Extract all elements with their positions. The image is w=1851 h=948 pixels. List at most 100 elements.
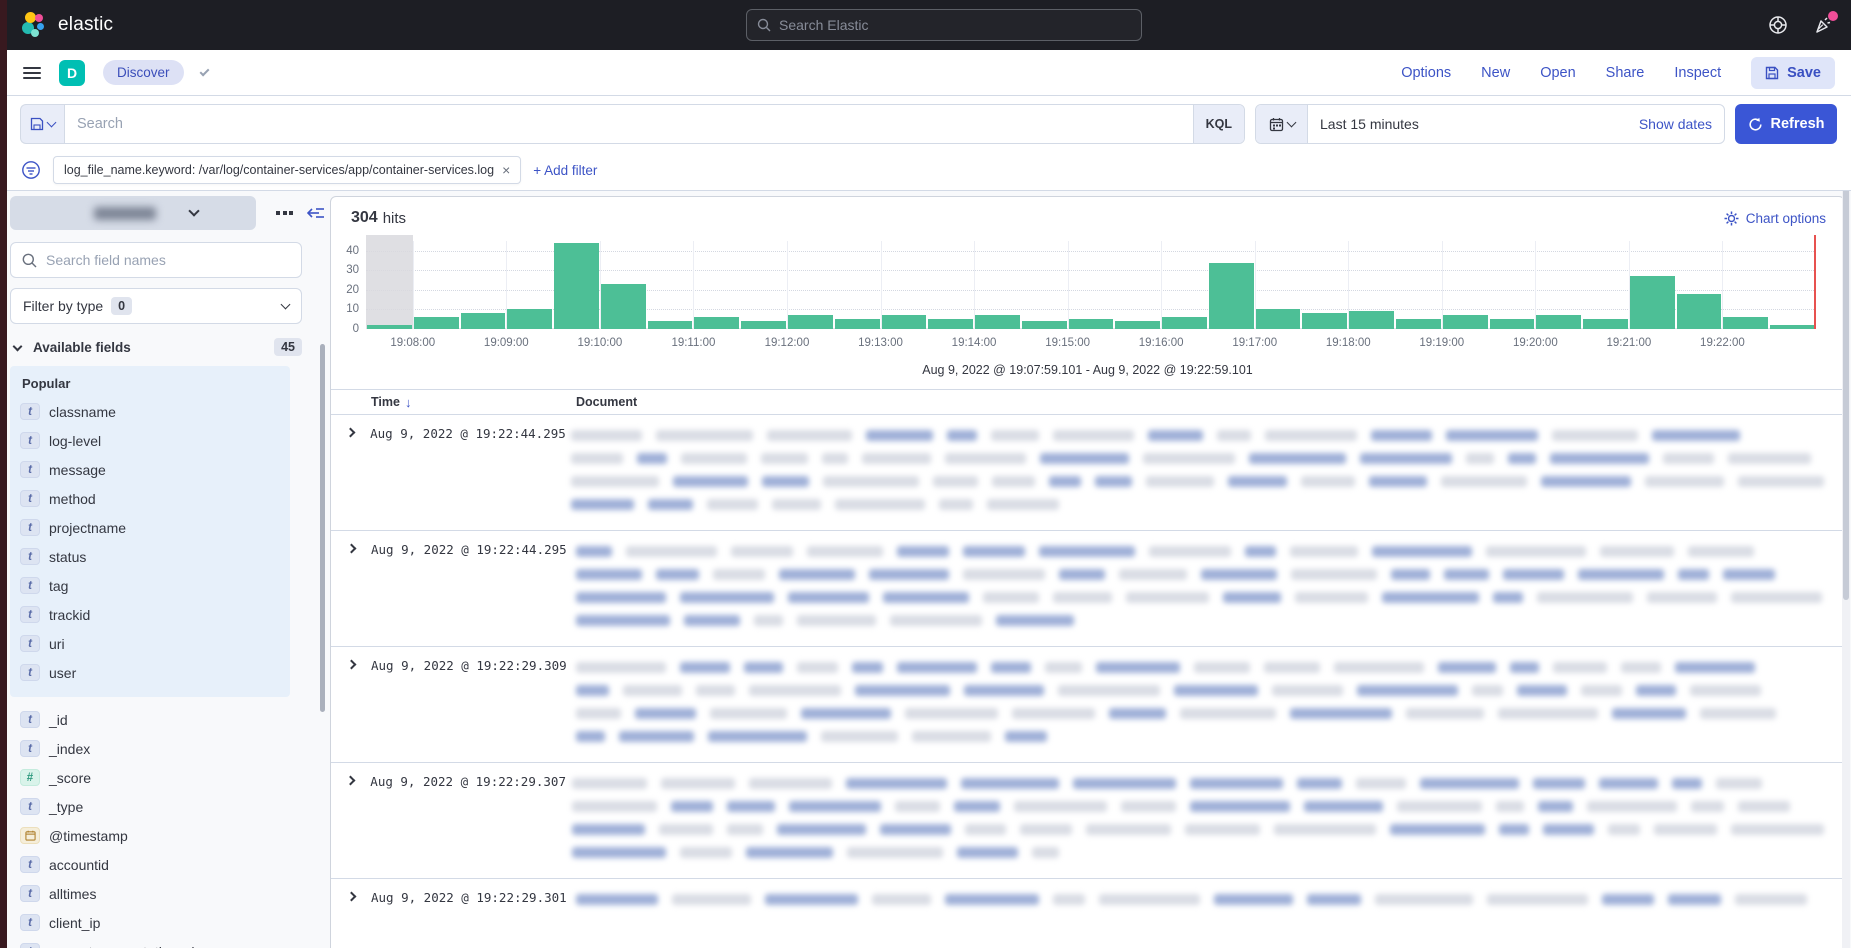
toolbar-link-new[interactable]: New bbox=[1481, 65, 1510, 81]
histogram-bar[interactable] bbox=[414, 317, 459, 329]
histogram-bar[interactable] bbox=[882, 315, 927, 329]
histogram-bar[interactable] bbox=[1770, 325, 1815, 329]
field-item-accountid[interactable]: taccountid bbox=[20, 850, 280, 879]
toolbar-link-open[interactable]: Open bbox=[1540, 65, 1575, 81]
kql-language-button[interactable]: KQL bbox=[1193, 105, 1244, 143]
redacted-chip bbox=[572, 847, 667, 858]
expand-row-button[interactable] bbox=[331, 540, 371, 638]
field-item-alltimes[interactable]: talltimes bbox=[20, 879, 280, 908]
field-item-message[interactable]: tmessage bbox=[20, 455, 280, 484]
field-item-status[interactable]: tstatus bbox=[20, 542, 280, 571]
field-item-tag[interactable]: ttag bbox=[20, 571, 280, 600]
expand-row-button[interactable] bbox=[331, 656, 371, 754]
histogram-bar[interactable] bbox=[1022, 321, 1067, 329]
field-item-client_ip[interactable]: tclient_ip bbox=[20, 908, 280, 937]
elastic-brand[interactable]: elastic bbox=[22, 12, 113, 38]
show-dates-button[interactable]: Show dates bbox=[1639, 116, 1724, 132]
field-item-_type[interactable]: t_type bbox=[20, 792, 280, 821]
histogram-bar[interactable] bbox=[694, 317, 739, 329]
field-item-@timestamp[interactable]: @timestamp bbox=[20, 821, 280, 850]
histogram-bar[interactable] bbox=[1162, 317, 1207, 329]
histogram-bar[interactable] bbox=[601, 284, 646, 329]
histogram-bar[interactable] bbox=[1677, 294, 1722, 329]
search-field-names-input[interactable]: Search field names bbox=[10, 242, 302, 278]
row-document-redacted[interactable] bbox=[571, 424, 1844, 522]
histogram-bar[interactable] bbox=[1302, 313, 1347, 329]
field-item-trackid[interactable]: ttrackid bbox=[20, 600, 280, 629]
histogram-bar[interactable] bbox=[554, 243, 599, 329]
field-item-log-level[interactable]: tlog-level bbox=[20, 426, 280, 455]
histogram-bar[interactable] bbox=[1630, 276, 1675, 329]
histogram-bar[interactable] bbox=[507, 309, 552, 329]
histogram-bar[interactable] bbox=[367, 325, 412, 329]
histogram-bar[interactable] bbox=[788, 315, 833, 329]
toolbar-link-share[interactable]: Share bbox=[1606, 65, 1645, 81]
add-filter-button[interactable]: + Add filter bbox=[533, 163, 597, 178]
row-document-redacted[interactable] bbox=[576, 888, 1844, 917]
row-document-redacted[interactable] bbox=[576, 656, 1844, 754]
expand-row-button[interactable] bbox=[331, 888, 371, 917]
saved-query-menu-button[interactable] bbox=[20, 104, 64, 144]
field-item-current_request_thread_name[interactable]: tcurrent_request_thread_name bbox=[20, 937, 280, 948]
histogram-bar[interactable] bbox=[1536, 315, 1581, 329]
global-search-input[interactable]: Search Elastic bbox=[746, 9, 1142, 41]
histogram-bar[interactable] bbox=[1349, 311, 1394, 329]
histogram-bar[interactable] bbox=[461, 313, 506, 329]
histogram-bar[interactable] bbox=[1069, 319, 1114, 329]
page-scrollbar[interactable] bbox=[1842, 96, 1850, 948]
collapse-sidebar-icon[interactable] bbox=[307, 205, 325, 221]
field-item-_index[interactable]: t_index bbox=[20, 734, 280, 763]
row-document-redacted[interactable] bbox=[576, 540, 1844, 638]
data-view-selector[interactable] bbox=[10, 196, 256, 230]
page-scrollbar-thumb[interactable] bbox=[1843, 180, 1849, 600]
help-icon[interactable] bbox=[1767, 14, 1789, 36]
histogram-bar[interactable] bbox=[1490, 319, 1535, 329]
menu-icon[interactable] bbox=[23, 67, 41, 79]
time-range-value[interactable]: Last 15 minutes bbox=[1308, 116, 1419, 132]
field-item-_score[interactable]: #_score bbox=[20, 763, 280, 792]
sidebar-scrollbar[interactable] bbox=[320, 344, 325, 712]
date-quick-menu-button[interactable] bbox=[1256, 105, 1308, 143]
histogram-bar[interactable] bbox=[1115, 321, 1160, 329]
row-document-redacted[interactable] bbox=[572, 772, 1844, 870]
histogram-bar[interactable] bbox=[1209, 263, 1254, 329]
histogram-bar[interactable] bbox=[1723, 317, 1768, 329]
filter-by-type-dropdown[interactable]: Filter by type 0 bbox=[10, 288, 302, 324]
histogram-bar[interactable] bbox=[1396, 319, 1441, 329]
field-settings-icon[interactable] bbox=[276, 211, 293, 215]
filter-menu-icon[interactable] bbox=[21, 160, 41, 180]
field-item-user[interactable]: tuser bbox=[20, 658, 280, 687]
field-item-projectname[interactable]: tprojectname bbox=[20, 513, 280, 542]
query-search-input[interactable]: Search KQL bbox=[64, 104, 1245, 144]
remove-filter-icon[interactable]: × bbox=[502, 162, 510, 178]
newsfeed-icon[interactable] bbox=[1813, 14, 1835, 36]
field-item-classname[interactable]: tclassname bbox=[20, 397, 280, 426]
histogram-bar[interactable] bbox=[1256, 309, 1301, 329]
histogram-plot[interactable] bbox=[366, 241, 1816, 329]
field-item-_id[interactable]: t_id bbox=[20, 705, 280, 734]
sort-desc-icon[interactable]: ↓ bbox=[405, 395, 412, 410]
chevron-right-icon bbox=[346, 776, 356, 786]
filter-pill[interactable]: log_file_name.keyword: /var/log/containe… bbox=[53, 156, 521, 184]
save-button[interactable]: Save bbox=[1751, 57, 1835, 89]
field-item-uri[interactable]: turi bbox=[20, 629, 280, 658]
histogram-bar[interactable] bbox=[1443, 315, 1488, 329]
refresh-button[interactable]: Refresh bbox=[1735, 104, 1837, 144]
breadcrumb[interactable]: Discover bbox=[103, 60, 184, 85]
histogram-bar[interactable] bbox=[928, 319, 973, 329]
available-fields-header[interactable]: Available fields 45 bbox=[10, 338, 302, 356]
histogram-bar[interactable] bbox=[975, 315, 1020, 329]
histogram-bar[interactable] bbox=[648, 321, 693, 329]
expand-row-button[interactable] bbox=[331, 772, 370, 870]
redacted-chip bbox=[965, 824, 1006, 835]
toolbar-link-inspect[interactable]: Inspect bbox=[1674, 65, 1721, 81]
chart-options-button[interactable]: Chart options bbox=[1724, 211, 1826, 226]
toolbar-link-options[interactable]: Options bbox=[1401, 65, 1451, 81]
histogram-bar[interactable] bbox=[741, 321, 786, 329]
histogram-bar[interactable] bbox=[835, 319, 880, 329]
histogram-bar[interactable] bbox=[1583, 319, 1628, 329]
time-column-header[interactable]: Time ↓ bbox=[331, 395, 576, 410]
field-item-method[interactable]: tmethod bbox=[20, 484, 280, 513]
discover-app-badge[interactable]: D bbox=[59, 60, 85, 86]
expand-row-button[interactable] bbox=[331, 424, 370, 522]
